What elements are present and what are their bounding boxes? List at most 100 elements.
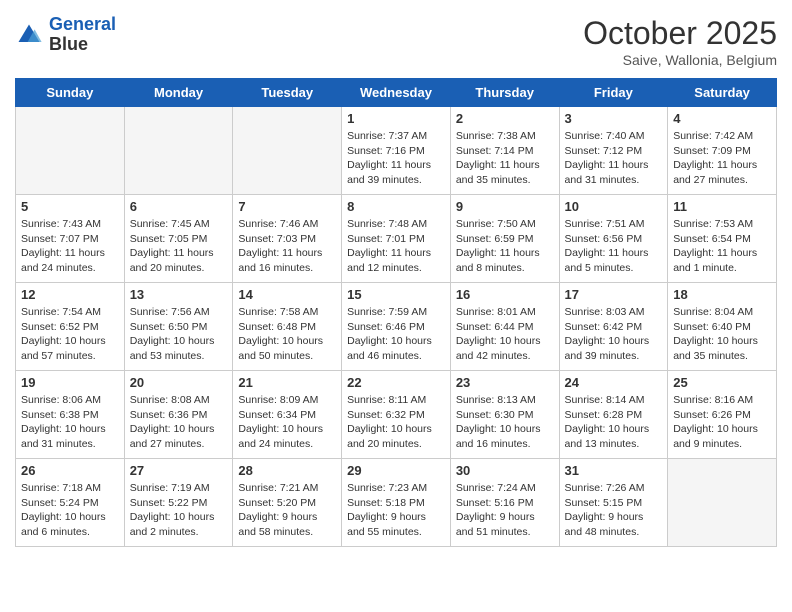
day-info: Sunrise: 8:14 AMSunset: 6:28 PMDaylight:… xyxy=(565,393,663,452)
weekday-header: Friday xyxy=(559,79,668,107)
logo-icon xyxy=(15,21,43,49)
day-number: 10 xyxy=(565,199,663,214)
calendar-day-cell: 25 Sunrise: 8:16 AMSunset: 6:26 PMDayligh… xyxy=(668,371,777,459)
day-info: Sunrise: 7:19 AMSunset: 5:22 PMDaylight:… xyxy=(130,481,228,540)
day-info: Sunrise: 7:54 AMSunset: 6:52 PMDaylight:… xyxy=(21,305,119,364)
day-number: 18 xyxy=(673,287,771,302)
calendar-day-cell: 22 Sunrise: 8:11 AMSunset: 6:32 PMDayligh… xyxy=(342,371,451,459)
day-info: Sunrise: 7:56 AMSunset: 6:50 PMDaylight:… xyxy=(130,305,228,364)
day-info: Sunrise: 7:43 AMSunset: 7:07 PMDaylight:… xyxy=(21,217,119,276)
calendar-day-cell: 18 Sunrise: 8:04 AMSunset: 6:40 PMDayligh… xyxy=(668,283,777,371)
calendar-day-cell: 26 Sunrise: 7:18 AMSunset: 5:24 PMDayligh… xyxy=(16,459,125,547)
day-number: 7 xyxy=(238,199,336,214)
day-info: Sunrise: 7:18 AMSunset: 5:24 PMDaylight:… xyxy=(21,481,119,540)
calendar-day-cell xyxy=(124,107,233,195)
calendar-day-cell: 17 Sunrise: 8:03 AMSunset: 6:42 PMDayligh… xyxy=(559,283,668,371)
weekday-header: Thursday xyxy=(450,79,559,107)
day-number: 8 xyxy=(347,199,445,214)
calendar-day-cell: 20Sunrise: 8:08 AMSunset: 6:36 PMDayligh… xyxy=(124,371,233,459)
day-info: Sunrise: 8:04 AMSunset: 6:40 PMDaylight:… xyxy=(673,305,771,364)
day-info: Sunrise: 8:03 AMSunset: 6:42 PMDaylight:… xyxy=(565,305,663,364)
calendar-day-cell: 10Sunrise: 7:51 AMSunset: 6:56 PMDayligh… xyxy=(559,195,668,283)
day-number: 16 xyxy=(456,287,554,302)
month-title: October 2025 xyxy=(583,15,777,52)
day-info: Sunrise: 8:06 AMSunset: 6:38 PMDaylight:… xyxy=(21,393,119,452)
day-number: 24 xyxy=(565,375,663,390)
location-subtitle: Saive, Wallonia, Belgium xyxy=(583,52,777,68)
day-info: Sunrise: 7:58 AMSunset: 6:48 PMDaylight:… xyxy=(238,305,336,364)
day-info: Sunrise: 8:16 AMSunset: 6:26 PMDaylight:… xyxy=(673,393,771,452)
day-number: 21 xyxy=(238,375,336,390)
calendar-day-cell: 14 Sunrise: 7:58 AMSunset: 6:48 PMDayligh… xyxy=(233,283,342,371)
day-info: Sunrise: 7:48 AMSunset: 7:01 PMDaylight:… xyxy=(347,217,445,276)
calendar-day-cell: 13 Sunrise: 7:56 AMSunset: 6:50 PMDayligh… xyxy=(124,283,233,371)
day-number: 19 xyxy=(21,375,119,390)
day-number: 12 xyxy=(21,287,119,302)
day-info: Sunrise: 7:59 AMSunset: 6:46 PMDaylight:… xyxy=(347,305,445,364)
day-number: 14 xyxy=(238,287,336,302)
day-number: 3 xyxy=(565,111,663,126)
calendar-day-cell: 2Sunrise: 7:38 AMSunset: 7:14 PMDaylight… xyxy=(450,107,559,195)
day-number: 5 xyxy=(21,199,119,214)
day-info: Sunrise: 7:46 AMSunset: 7:03 PMDaylight:… xyxy=(238,217,336,276)
calendar-day-cell: 5 Sunrise: 7:43 AMSunset: 7:07 PMDaylight… xyxy=(16,195,125,283)
day-number: 6 xyxy=(130,199,228,214)
day-info: Sunrise: 7:26 AMSunset: 5:15 PMDaylight:… xyxy=(565,481,663,540)
calendar-week-row: 12 Sunrise: 7:54 AMSunset: 6:52 PMDayligh… xyxy=(16,283,777,371)
day-number: 9 xyxy=(456,199,554,214)
calendar-day-cell: 28 Sunrise: 7:21 AMSunset: 5:20 PMDayligh… xyxy=(233,459,342,547)
day-number: 31 xyxy=(565,463,663,478)
calendar-day-cell: 11Sunrise: 7:53 AMSunset: 6:54 PMDayligh… xyxy=(668,195,777,283)
day-info: Sunrise: 7:50 AMSunset: 6:59 PMDaylight:… xyxy=(456,217,554,276)
calendar-day-cell: 23Sunrise: 8:13 AMSunset: 6:30 PMDayligh… xyxy=(450,371,559,459)
day-info: Sunrise: 7:45 AMSunset: 7:05 PMDaylight:… xyxy=(130,217,228,276)
calendar-table: SundayMondayTuesdayWednesdayThursdayFrid… xyxy=(15,78,777,547)
calendar-day-cell: 27 Sunrise: 7:19 AMSunset: 5:22 PMDayligh… xyxy=(124,459,233,547)
day-number: 27 xyxy=(130,463,228,478)
day-info: Sunrise: 8:11 AMSunset: 6:32 PMDaylight:… xyxy=(347,393,445,452)
weekday-header: Monday xyxy=(124,79,233,107)
calendar-day-cell: 1 Sunrise: 7:37 AMSunset: 7:16 PMDaylight… xyxy=(342,107,451,195)
calendar-day-cell: 29 Sunrise: 7:23 AMSunset: 5:18 PMDayligh… xyxy=(342,459,451,547)
calendar-day-cell: 7 Sunrise: 7:46 AMSunset: 7:03 PMDaylight… xyxy=(233,195,342,283)
calendar-day-cell: 6 Sunrise: 7:45 AMSunset: 7:05 PMDaylight… xyxy=(124,195,233,283)
title-block: October 2025 Saive, Wallonia, Belgium xyxy=(583,15,777,68)
day-info: Sunrise: 7:37 AMSunset: 7:16 PMDaylight:… xyxy=(347,129,445,188)
calendar-day-cell: 3 Sunrise: 7:40 AMSunset: 7:12 PMDaylight… xyxy=(559,107,668,195)
day-number: 20 xyxy=(130,375,228,390)
day-info: Sunrise: 7:53 AMSunset: 6:54 PMDaylight:… xyxy=(673,217,771,276)
logo-line2: Blue xyxy=(49,35,116,55)
calendar-week-row: 19 Sunrise: 8:06 AMSunset: 6:38 PMDayligh… xyxy=(16,371,777,459)
day-number: 17 xyxy=(565,287,663,302)
day-info: Sunrise: 7:24 AMSunset: 5:16 PMDaylight:… xyxy=(456,481,554,540)
day-number: 22 xyxy=(347,375,445,390)
calendar-week-row: 26 Sunrise: 7:18 AMSunset: 5:24 PMDayligh… xyxy=(16,459,777,547)
day-info: Sunrise: 8:13 AMSunset: 6:30 PMDaylight:… xyxy=(456,393,554,452)
weekday-header-row: SundayMondayTuesdayWednesdayThursdayFrid… xyxy=(16,79,777,107)
day-info: Sunrise: 8:09 AMSunset: 6:34 PMDaylight:… xyxy=(238,393,336,452)
day-info: Sunrise: 7:21 AMSunset: 5:20 PMDaylight:… xyxy=(238,481,336,540)
day-info: Sunrise: 7:40 AMSunset: 7:12 PMDaylight:… xyxy=(565,129,663,188)
day-number: 13 xyxy=(130,287,228,302)
calendar-day-cell: 12 Sunrise: 7:54 AMSunset: 6:52 PMDayligh… xyxy=(16,283,125,371)
weekday-header: Saturday xyxy=(668,79,777,107)
day-info: Sunrise: 7:42 AMSunset: 7:09 PMDaylight:… xyxy=(673,129,771,188)
weekday-header: Wednesday xyxy=(342,79,451,107)
calendar-day-cell: 30Sunrise: 7:24 AMSunset: 5:16 PMDayligh… xyxy=(450,459,559,547)
calendar-day-cell: 8 Sunrise: 7:48 AMSunset: 7:01 PMDaylight… xyxy=(342,195,451,283)
calendar-week-row: 1 Sunrise: 7:37 AMSunset: 7:16 PMDaylight… xyxy=(16,107,777,195)
day-number: 29 xyxy=(347,463,445,478)
day-number: 15 xyxy=(347,287,445,302)
calendar-day-cell: 24 Sunrise: 8:14 AMSunset: 6:28 PMDayligh… xyxy=(559,371,668,459)
calendar-day-cell: 16Sunrise: 8:01 AMSunset: 6:44 PMDayligh… xyxy=(450,283,559,371)
logo: General Blue xyxy=(15,15,116,55)
day-number: 1 xyxy=(347,111,445,126)
day-info: Sunrise: 7:23 AMSunset: 5:18 PMDaylight:… xyxy=(347,481,445,540)
day-number: 25 xyxy=(673,375,771,390)
day-number: 28 xyxy=(238,463,336,478)
calendar-day-cell: 9 Sunrise: 7:50 AMSunset: 6:59 PMDaylight… xyxy=(450,195,559,283)
calendar-day-cell: 21 Sunrise: 8:09 AMSunset: 6:34 PMDayligh… xyxy=(233,371,342,459)
calendar-day-cell: 15 Sunrise: 7:59 AMSunset: 6:46 PMDayligh… xyxy=(342,283,451,371)
day-number: 26 xyxy=(21,463,119,478)
day-number: 2 xyxy=(456,111,554,126)
